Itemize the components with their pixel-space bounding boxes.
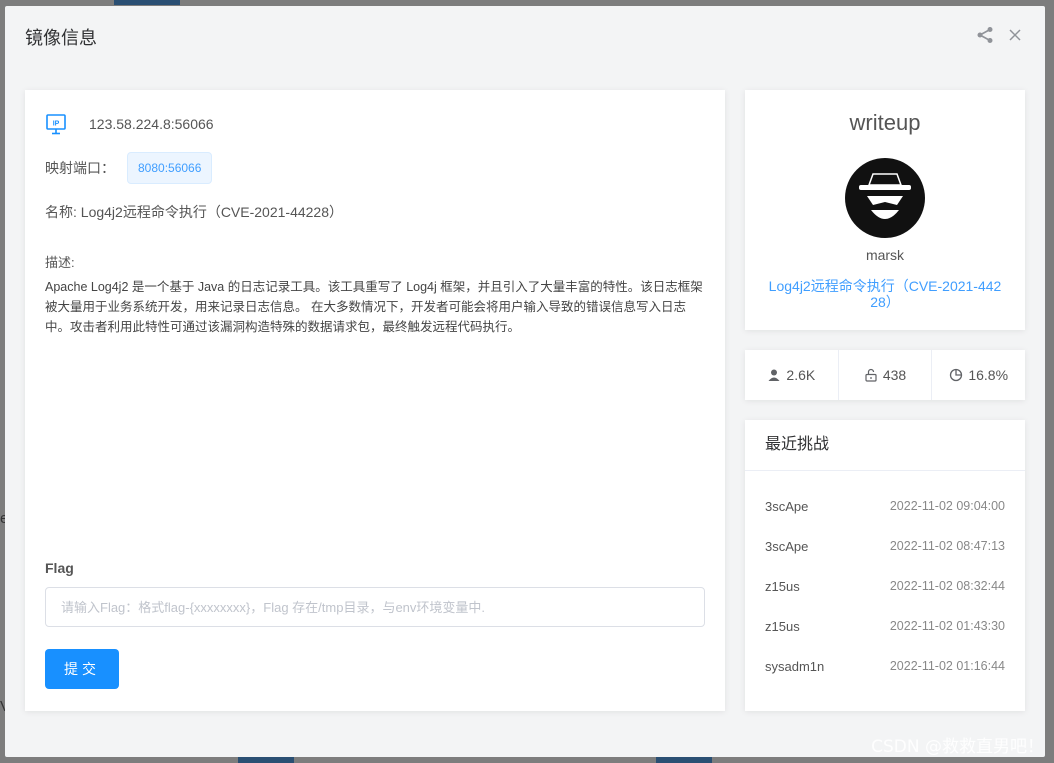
recent-time: 2022-11-02 01:16:44	[889, 659, 1005, 673]
stat-rate: 16.8%	[932, 350, 1025, 400]
background-button-fragment	[238, 757, 294, 763]
ip-icon: IP	[46, 114, 66, 135]
list-item: 3scApe 2022-11-02 08:47:13	[745, 526, 1025, 566]
stat-rate-value: 16.8%	[968, 367, 1009, 383]
dialog-header: 镜像信息	[5, 6, 1045, 68]
writeup-title: writeup	[849, 110, 921, 135]
list-item: 3scApe 2022-11-02 09:04:00	[745, 486, 1025, 526]
recent-time: 2022-11-02 08:47:13	[889, 539, 1005, 553]
description-label: 描述:	[45, 255, 75, 270]
recent-challenges-list: 3scApe 2022-11-02 09:04:00 3scApe 2022-1…	[745, 471, 1025, 686]
watermark: CSDN @救救直男吧！	[871, 737, 1044, 757]
challenge-link[interactable]: Log4j2远程命令执行（CVE-2021-44228）	[765, 278, 1005, 310]
recent-time: 2022-11-02 01:43:30	[889, 619, 1005, 633]
list-item: z15us 2022-11-02 01:43:30	[745, 606, 1025, 646]
port-row: 映射端口： 8080:56066	[45, 152, 213, 184]
dialog-title: 镜像信息	[25, 28, 97, 48]
stat-solves: 438	[839, 350, 933, 400]
avatar	[845, 158, 925, 238]
recent-user: 3scApe	[765, 538, 809, 554]
description-text: Apache Log4j2 是一个基于 Java 的日志记录工具。该工具重写了 …	[45, 280, 703, 334]
background-button-fragment	[656, 757, 712, 763]
author-name: marsk	[865, 247, 905, 263]
svg-text:IP: IP	[53, 121, 60, 128]
share-icon[interactable]	[976, 26, 994, 44]
user-icon	[768, 369, 780, 381]
submit-button[interactable]: 提交	[45, 649, 119, 689]
recent-challenges-card: 最近挑战 3scApe 2022-11-02 09:04:00 3scApe 2…	[745, 420, 1025, 711]
stat-users-value: 2.6K	[786, 367, 816, 383]
recent-user: 3scApe	[765, 498, 809, 514]
recent-user: z15us	[765, 578, 800, 594]
image-info-dialog: 镜像信息 IP 123.58.224.8:56066 映射端口： 8080:56…	[5, 6, 1045, 757]
image-detail-card: IP 123.58.224.8:56066 映射端口： 8080:56066 名…	[25, 90, 725, 711]
recent-user: sysadm1n	[765, 658, 825, 674]
port-label: 映射端口：	[45, 160, 115, 176]
list-item: sysadm1n 2022-11-02 01:16:44	[745, 646, 1025, 686]
stat-solves-value: 438	[882, 367, 907, 383]
stats-bar: 2.6K 438 16.8%	[745, 350, 1025, 400]
image-name: 名称: Log4j2远程命令执行（CVE-2021-44228）	[45, 204, 344, 220]
list-item: z15us 2022-11-02 08:32:44	[745, 566, 1025, 606]
recent-time: 2022-11-02 08:32:44	[889, 579, 1005, 593]
recent-time: 2022-11-02 09:04:00	[889, 499, 1005, 513]
close-icon[interactable]	[1006, 26, 1024, 44]
writeup-card: writeup marsk Log4j2远程命令执行（CVE-2021-4422…	[745, 90, 1025, 330]
ip-address: 123.58.224.8:56066	[89, 116, 214, 132]
stat-users: 2.6K	[745, 350, 839, 400]
recent-user: z15us	[765, 618, 800, 634]
ip-row: IP 123.58.224.8:56066	[45, 112, 214, 136]
background-tab-indicator	[114, 0, 180, 5]
flag-label: Flag	[45, 560, 74, 576]
pie-chart-icon	[950, 368, 963, 382]
recent-challenges-header: 最近挑战	[745, 420, 1025, 471]
unlock-icon	[865, 368, 877, 382]
port-tag: 8080:56066	[127, 152, 213, 184]
flag-input[interactable]	[45, 587, 705, 627]
